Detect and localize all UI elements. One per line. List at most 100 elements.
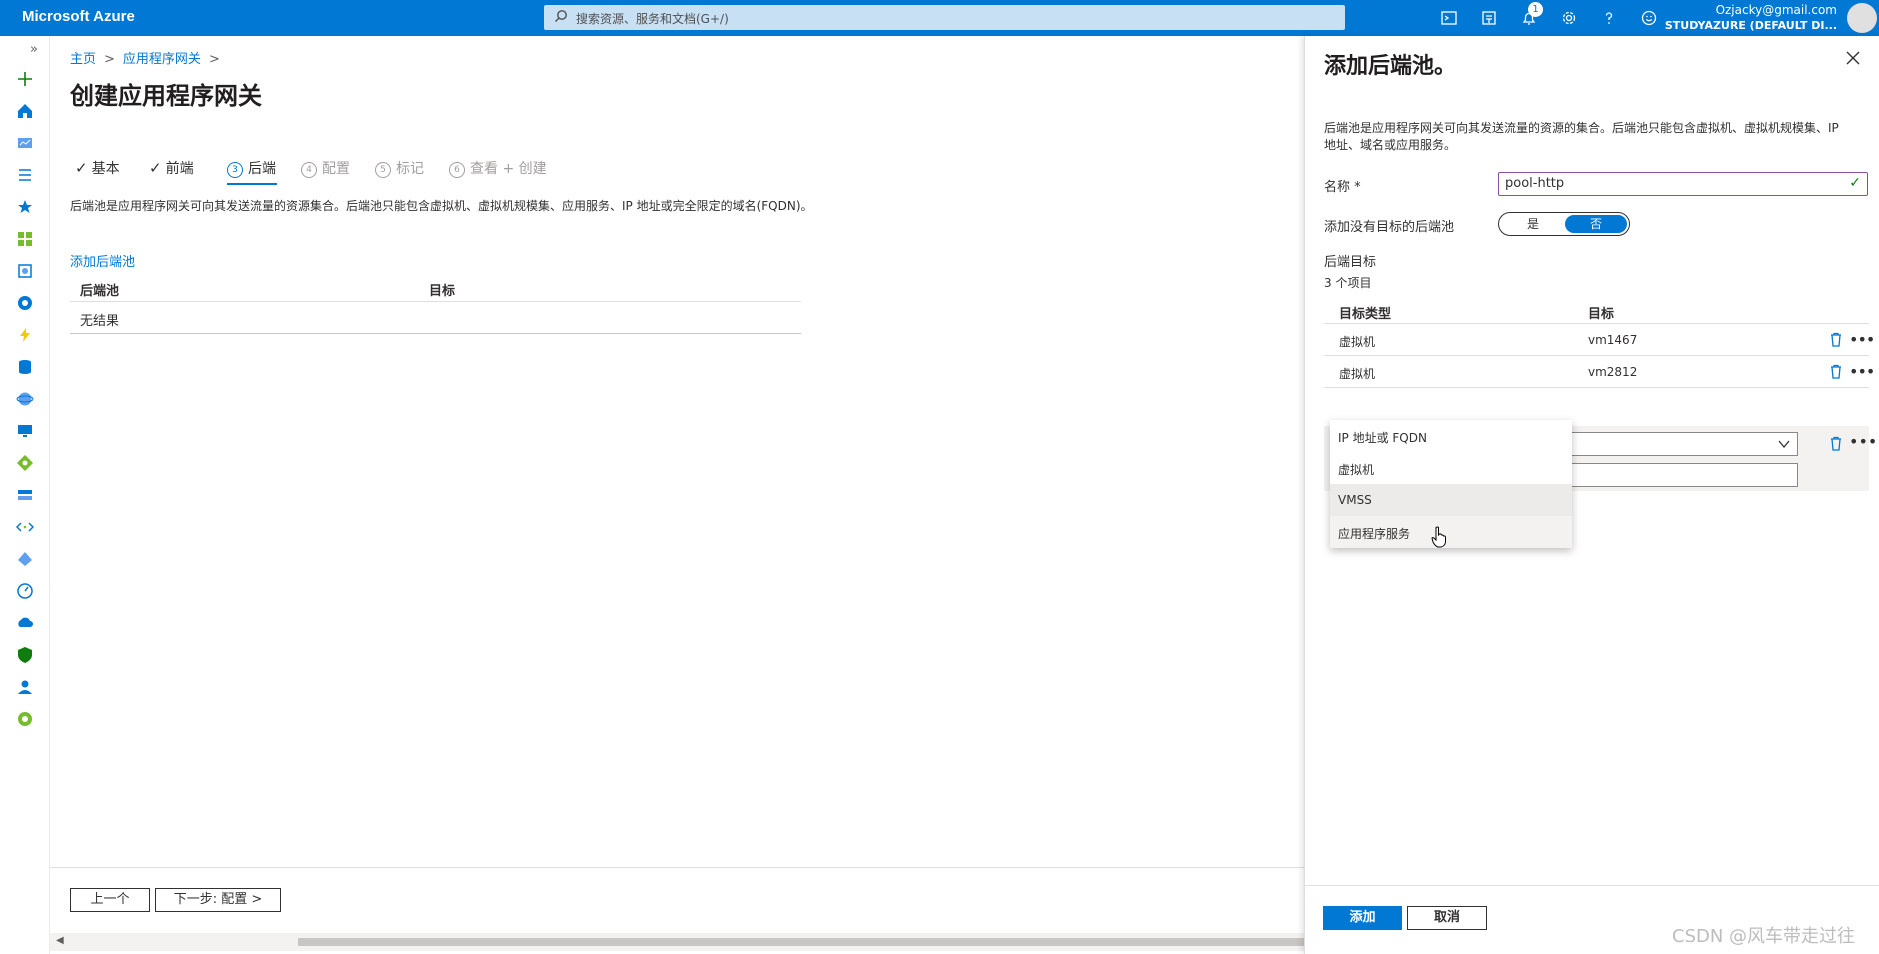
gear-icon[interactable] <box>1559 8 1579 28</box>
all-resources-icon[interactable] <box>16 230 34 248</box>
checkmark-icon: ✓ <box>149 159 162 177</box>
cloud-shell-icon[interactable] <box>1439 8 1459 28</box>
table-header: 后端池 目标 <box>70 272 801 302</box>
name-value: pool-http <box>1505 176 1565 191</box>
dashboard-icon[interactable] <box>16 134 34 152</box>
storage-accounts-icon[interactable] <box>16 486 34 504</box>
target-cell: vm1467 <box>1588 333 1638 347</box>
column-target-type[interactable]: 目标类型 <box>1339 303 1391 322</box>
hand-cursor-icon <box>1431 526 1446 548</box>
tab-backend[interactable]: 3 后端 <box>227 158 276 178</box>
backend-description: 后端池是应用程序网关可向其发送流量的资源集合。后端池只能包含虚拟机、虚拟机规模集… <box>70 199 813 213</box>
tab-frontend[interactable]: ✓ 前端 <box>149 158 194 178</box>
tab-review-create[interactable]: 6 查看 + 创建 <box>449 158 547 178</box>
left-nav: » <box>0 36 50 954</box>
backend-pools-table: 后端池 目标 无结果 <box>70 272 801 334</box>
trash-icon[interactable] <box>1829 332 1843 347</box>
wizard-footer: 上一个 下一步: 配置 > <box>50 867 1304 915</box>
trash-icon[interactable] <box>1829 436 1843 451</box>
target-cell: vm2812 <box>1588 365 1638 379</box>
step-number: 5 <box>375 162 391 178</box>
target-text-input[interactable] <box>1558 463 1798 487</box>
column-backend-pool[interactable]: 后端池 <box>80 280 119 299</box>
help-icon[interactable] <box>1599 8 1619 28</box>
no-target-toggle[interactable]: 是 否 <box>1498 212 1630 236</box>
function-app-icon[interactable] <box>16 326 34 344</box>
target-dropdown[interactable] <box>1558 432 1798 456</box>
step-number: 4 <box>301 162 317 178</box>
home-icon[interactable] <box>16 102 34 120</box>
option-ip-fqdn[interactable]: IP 地址或 FQDN <box>1330 420 1572 452</box>
load-balancer-icon[interactable] <box>16 454 34 472</box>
account-tenant: STUDYAZURE (DEFAULT DI... <box>1664 19 1837 32</box>
more-options-icon[interactable]: ••• <box>1849 432 1877 451</box>
option-virtual-machine[interactable]: 虚拟机 <box>1330 452 1572 484</box>
advisor-icon[interactable] <box>16 614 34 632</box>
tab-tags[interactable]: 5 标记 <box>375 158 424 178</box>
avatar[interactable] <box>1847 3 1877 33</box>
breadcrumb-home[interactable]: 主页 <box>70 52 96 67</box>
trash-icon[interactable] <box>1829 364 1843 379</box>
target-type-options: IP 地址或 FQDN 虚拟机 VMSS 应用程序服务 <box>1330 420 1572 548</box>
name-field[interactable]: pool-http ✓ <box>1498 172 1868 196</box>
favorites-star-icon[interactable] <box>16 198 34 216</box>
add-button[interactable]: 添加 <box>1323 906 1402 930</box>
empty-message: 无结果 <box>80 314 120 329</box>
column-targets[interactable]: 目标 <box>429 280 455 299</box>
all-services-icon[interactable] <box>16 166 34 184</box>
monitor-icon[interactable] <box>16 582 34 600</box>
expand-nav-button[interactable]: » <box>30 42 38 57</box>
cost-management-icon[interactable] <box>16 678 34 696</box>
table-row: 无结果 <box>70 302 801 334</box>
column-target[interactable]: 目标 <box>1588 303 1614 322</box>
sql-database-icon[interactable] <box>16 358 34 376</box>
valid-checkmark-icon: ✓ <box>1849 175 1861 191</box>
more-options-icon[interactable]: ••• <box>1849 362 1875 381</box>
option-vmss[interactable]: VMSS <box>1330 484 1572 516</box>
scrollbar-thumb[interactable] <box>298 938 1304 946</box>
breadcrumb-app-gateway[interactable]: 应用程序网关 <box>123 52 201 67</box>
directory-filter-icon[interactable] <box>1479 8 1499 28</box>
cancel-button[interactable]: 取消 <box>1407 906 1487 930</box>
app-services-icon[interactable] <box>16 294 34 312</box>
account-menu[interactable]: Ozjacky@gmail.com STUDYAZURE (DEFAULT DI… <box>1665 2 1837 34</box>
toggle-no[interactable]: 否 <box>1565 215 1627 233</box>
breadcrumb: 主页 > 应用程序网关 > <box>70 48 228 67</box>
targets-count: 3 个项目 <box>1324 276 1372 290</box>
scroll-left-icon[interactable]: ◀ <box>56 935 64 946</box>
watermark: CSDN @风车带走过往 <box>1672 926 1856 947</box>
name-label: 名称 * <box>1324 180 1361 195</box>
search-input[interactable]: 搜索资源、服务和文档(G+/) <box>544 5 1345 30</box>
panel-title: 添加后端池。 <box>1324 54 1457 79</box>
tab-basics[interactable]: ✓ 基本 <box>75 158 120 178</box>
previous-button[interactable]: 上一个 <box>70 888 150 912</box>
help-support-icon[interactable] <box>16 710 34 728</box>
table-row: 虚拟机 vm1467 ••• <box>1324 324 1875 356</box>
add-backend-pool-link[interactable]: 添加后端池 <box>70 251 135 270</box>
virtual-machines-icon[interactable] <box>16 422 34 440</box>
horizontal-scrollbar[interactable]: ◀ <box>50 933 1304 951</box>
panel-description: 后端池是应用程序网关可向其发送流量的资源的集合。后端池只能包含虚拟机、虚拟机规模… <box>1324 121 1839 152</box>
feedback-icon[interactable] <box>1639 8 1659 28</box>
app-title[interactable]: Microsoft Azure <box>22 8 135 25</box>
azure-ad-icon[interactable] <box>16 550 34 568</box>
virtual-networks-icon[interactable] <box>15 518 35 536</box>
target-type-cell: 虚拟机 <box>1339 367 1376 381</box>
option-app-service[interactable]: 应用程序服务 <box>1330 516 1572 548</box>
azure-cosmos-icon[interactable] <box>16 390 34 408</box>
close-icon[interactable] <box>1845 50 1861 66</box>
no-target-label: 添加没有目标的后端池 <box>1324 220 1455 235</box>
page-title: 创建应用程序网关 <box>70 82 262 110</box>
more-options-icon[interactable]: ••• <box>1849 330 1875 349</box>
resource-groups-icon[interactable] <box>16 262 34 280</box>
search-placeholder: 搜索资源、服务和文档(G+/) <box>576 12 729 26</box>
next-button[interactable]: 下一步: 配置 > <box>155 888 281 912</box>
plus-icon[interactable] <box>16 70 34 88</box>
account-email: Ozjacky@gmail.com <box>1715 3 1837 17</box>
tab-configuration[interactable]: 4 配置 <box>301 158 350 178</box>
toggle-yes[interactable]: 是 <box>1501 215 1565 233</box>
breadcrumb-separator: > <box>208 52 220 67</box>
chevron-down-icon <box>1778 440 1790 449</box>
target-type-cell: 虚拟机 <box>1339 335 1376 349</box>
security-center-icon[interactable] <box>16 646 34 664</box>
